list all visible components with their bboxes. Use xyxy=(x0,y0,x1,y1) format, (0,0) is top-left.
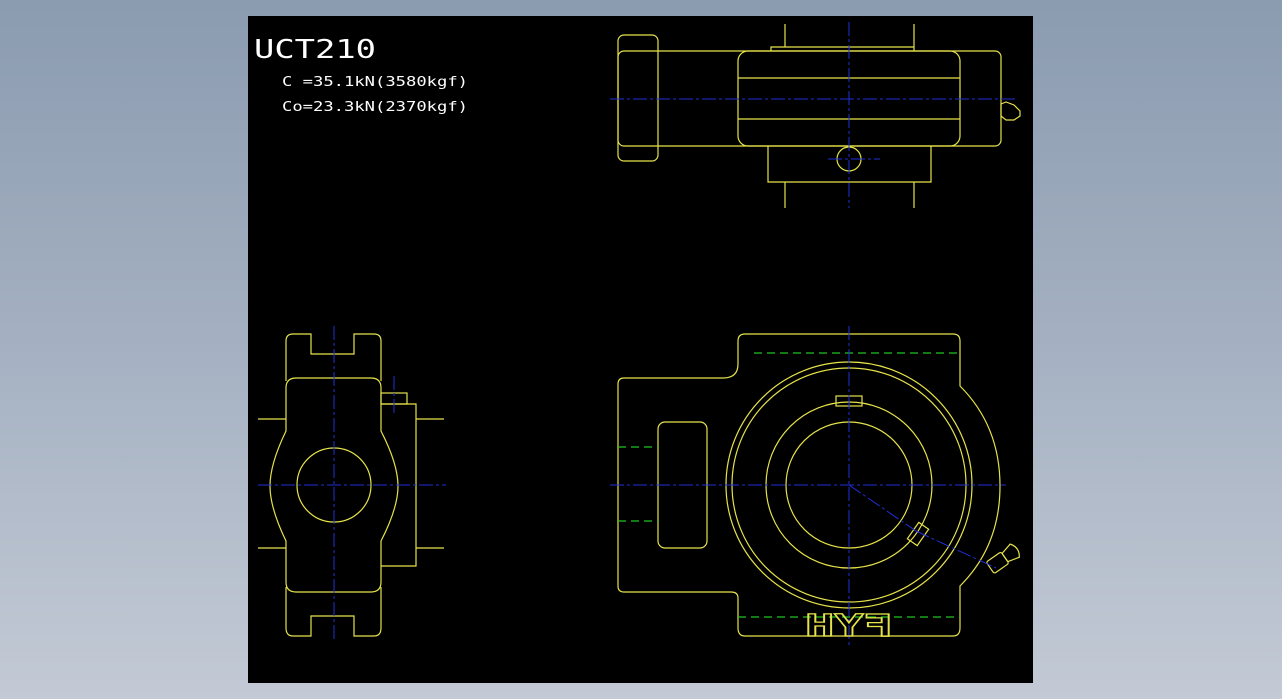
housing-marking: FYH xyxy=(805,609,893,644)
front-view: FYH xyxy=(610,326,1020,648)
side-view xyxy=(258,326,446,641)
top-view xyxy=(610,22,1021,208)
cad-viewport[interactable]: UCT210 C =35.1kN(3580kgf) Co=23.3kN(2370… xyxy=(248,16,1033,683)
static-load-rating: Co=23.3kN(2370kgf) xyxy=(282,100,468,115)
dynamic-load-rating: C =35.1kN(3580kgf) xyxy=(282,75,468,90)
part-number-label: UCT210 xyxy=(254,35,376,65)
technical-drawing: UCT210 C =35.1kN(3580kgf) Co=23.3kN(2370… xyxy=(254,22,1021,648)
